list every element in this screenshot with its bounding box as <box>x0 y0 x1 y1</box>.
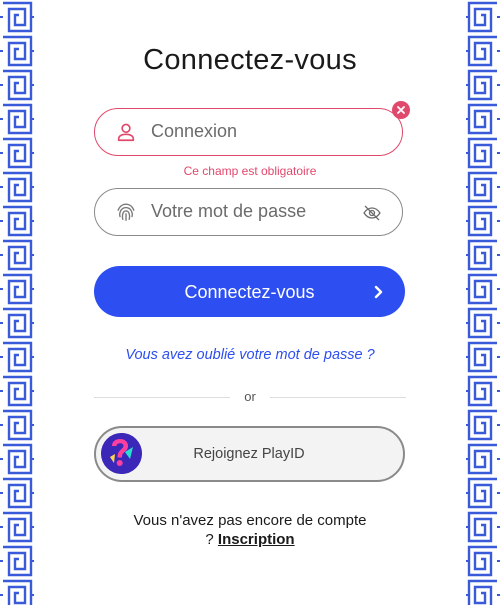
page-title: Connectez-vous <box>143 44 357 76</box>
user-icon <box>117 123 135 142</box>
separator-text: or <box>244 389 256 404</box>
login-input[interactable] <box>151 109 351 154</box>
divider-right <box>270 397 406 398</box>
signup-prompt: Vous n'avez pas encore de compte ? Inscr… <box>0 511 500 549</box>
login-button-label: Connectez-vous <box>184 282 315 302</box>
fingerprint-icon <box>117 203 135 221</box>
signup-prompt-question: ? <box>205 531 214 548</box>
signup-prompt-text: Vous n'avez pas encore de compte <box>133 512 367 529</box>
login-button[interactable]: Connectez-vous <box>94 266 405 317</box>
forgot-password-link[interactable]: Vous avez oublié votre mot de passe ? <box>0 347 500 363</box>
login-error-message: Ce champ est obligatoire <box>183 164 317 178</box>
close-icon[interactable] <box>392 101 410 119</box>
playid-button[interactable]: Rejoignez PlayID <box>94 426 405 482</box>
eye-off-icon[interactable] <box>362 203 382 223</box>
password-input[interactable] <box>151 189 351 234</box>
login-page: Connectez-vous Ce champ est obligatoire <box>0 0 500 605</box>
signup-link[interactable]: Inscription <box>218 531 295 548</box>
password-field[interactable] <box>94 188 403 236</box>
chevron-right-icon <box>374 285 383 299</box>
login-field[interactable] <box>94 101 410 156</box>
playid-button-label: Rejoignez PlayID <box>193 446 305 462</box>
